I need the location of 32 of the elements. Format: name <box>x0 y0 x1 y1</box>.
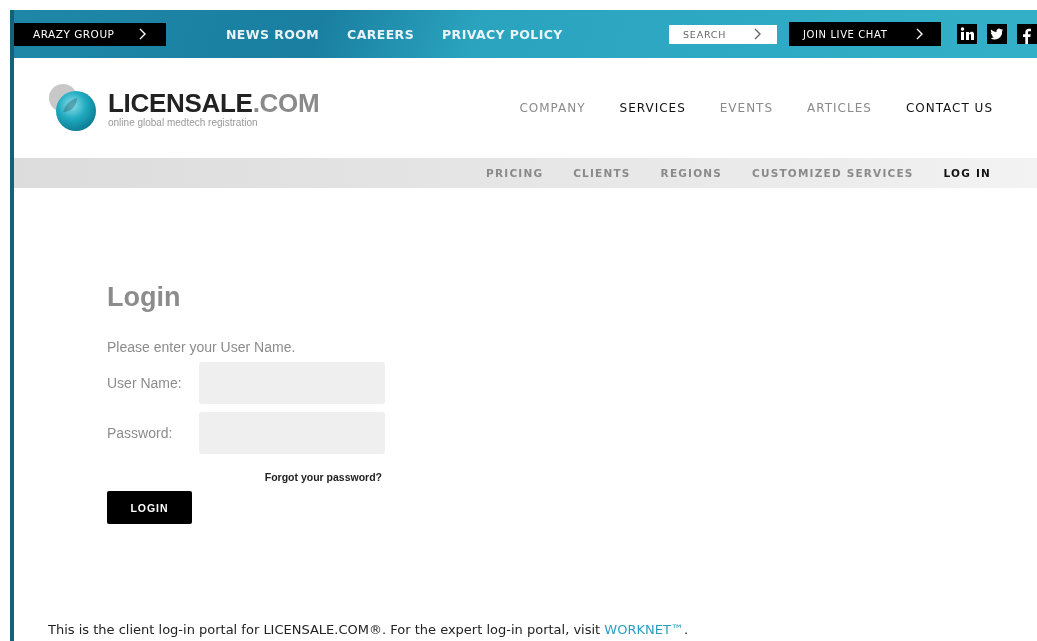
search-field[interactable]: SEARCH <box>669 24 777 44</box>
linkedin-icon[interactable] <box>957 24 977 44</box>
forgot-password-link[interactable]: Forgot your password? <box>107 471 382 483</box>
field-label: Password: <box>107 425 174 441</box>
sub-nav-link[interactable]: LOG IN <box>943 167 991 179</box>
nav-link[interactable]: COMPANY <box>519 101 586 115</box>
chevron-icon <box>754 28 761 40</box>
top-link[interactable]: PRIVACY POLICY <box>442 26 563 42</box>
live-chat-button[interactable]: JOIN LIVE CHAT <box>789 22 941 46</box>
top-link[interactable]: CAREERS <box>347 26 415 42</box>
chevron-icon <box>139 28 146 40</box>
logo-text: LICENSALE.COM <box>108 88 320 117</box>
worknet-link[interactable]: WORKNET™ <box>604 622 684 637</box>
footer-text: This is the client log-in portal for LICENSALE.COM®. For the expert log-in portal, visit WORKNET™. <box>47 622 689 637</box>
bird-icon[interactable] <box>987 24 1007 44</box>
sub-nav-link[interactable]: CLIENTS <box>573 167 631 179</box>
chevron-icon <box>916 28 923 40</box>
login-title: Login <box>107 282 182 313</box>
login-button[interactable]: LOGIN <box>107 491 192 524</box>
field-label: User Name: <box>107 375 183 391</box>
login-prompt: Please enter your User Name. <box>107 339 297 355</box>
sub-nav-link[interactable]: REGIONS <box>660 167 723 179</box>
nav-link[interactable]: ARTICLES <box>807 101 872 115</box>
logo-tagline: online global medtech registration <box>108 116 259 128</box>
nav-link[interactable]: SERVICES <box>619 101 686 115</box>
sub-nav-link[interactable]: PRICING <box>486 167 544 179</box>
facebook-icon[interactable] <box>1017 24 1037 44</box>
sub-nav-link[interactable]: CUSTOMIZED SERVICES <box>752 167 914 179</box>
nav-link[interactable]: CONTACT US <box>905 101 993 115</box>
nav-link[interactable]: EVENTS <box>719 101 774 115</box>
top-link[interactable]: NEWS ROOM <box>226 26 320 42</box>
group-button[interactable]: ARAZY GROUP <box>14 22 166 46</box>
